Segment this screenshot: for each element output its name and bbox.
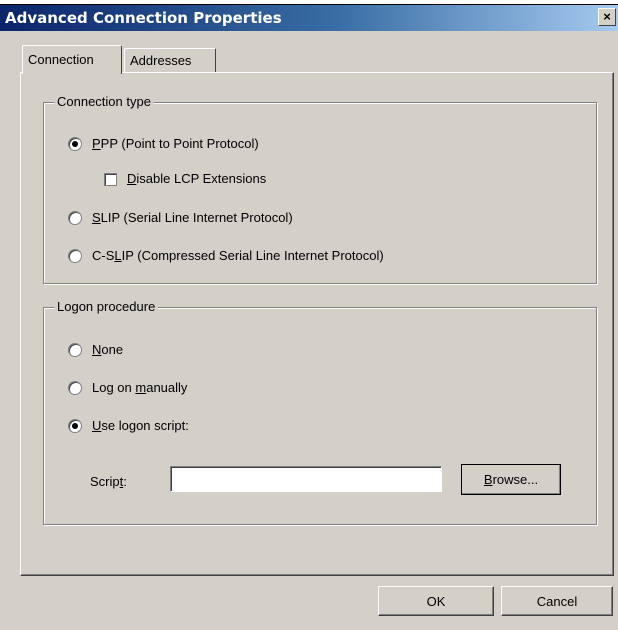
radio-use-logon-script[interactable]: Use logon script: — [68, 418, 189, 434]
radio-slip-indicator[interactable] — [68, 211, 82, 225]
browse-button[interactable]: Browse... — [461, 464, 561, 495]
window-title: Advanced Connection Properties — [5, 9, 282, 27]
connection-type-title: Connection type — [54, 94, 154, 110]
radio-slip-label: SLIP (Serial Line Internet Protocol) — [92, 210, 293, 225]
radio-ppp[interactable]: PPP (Point to Point Protocol) — [68, 136, 259, 152]
radio-cslip-indicator[interactable] — [68, 249, 82, 263]
radio-slip[interactable]: SLIP (Serial Line Internet Protocol) — [68, 210, 293, 226]
tab-addresses[interactable]: Addresses — [124, 48, 216, 72]
radio-cslip-label: C-SLIP (Compressed Serial Line Internet … — [92, 248, 384, 263]
radio-log-on-manually-indicator[interactable] — [68, 381, 82, 395]
checkbox-disable-lcp-label: Disable LCP Extensions — [127, 171, 267, 186]
ok-button[interactable]: OK — [378, 586, 494, 616]
close-button[interactable]: × — [598, 8, 616, 26]
tab-connection[interactable]: Connection — [22, 45, 122, 74]
radio-none[interactable]: None — [68, 342, 123, 358]
tab-connection-label: Connection — [28, 52, 94, 67]
radio-none-indicator[interactable] — [68, 343, 82, 357]
radio-use-logon-script-label: Use logon script: — [92, 418, 189, 433]
checkbox-disable-lcp[interactable]: Disable LCP Extensions — [104, 171, 266, 187]
radio-none-label: None — [92, 342, 124, 357]
radio-use-logon-script-indicator[interactable] — [68, 419, 82, 433]
radio-log-on-manually[interactable]: Log on manually — [68, 380, 187, 396]
radio-cslip[interactable]: C-SLIP (Compressed Serial Line Internet … — [68, 248, 384, 264]
cancel-button[interactable]: Cancel — [501, 586, 613, 616]
title-bar[interactable]: Advanced Connection Properties × — [0, 5, 618, 31]
radio-log-on-manually-label: Log on manually — [92, 380, 188, 395]
tab-addresses-label: Addresses — [130, 53, 192, 68]
checkbox-disable-lcp-box[interactable] — [104, 172, 117, 186]
radio-ppp-indicator[interactable] — [68, 137, 82, 151]
script-field-label: Script: — [90, 474, 127, 489]
script-input[interactable] — [170, 466, 442, 492]
close-icon: × — [603, 9, 611, 24]
radio-ppp-label: PPP (Point to Point Protocol) — [92, 136, 259, 151]
logon-procedure-title: Logon procedure — [54, 299, 159, 315]
